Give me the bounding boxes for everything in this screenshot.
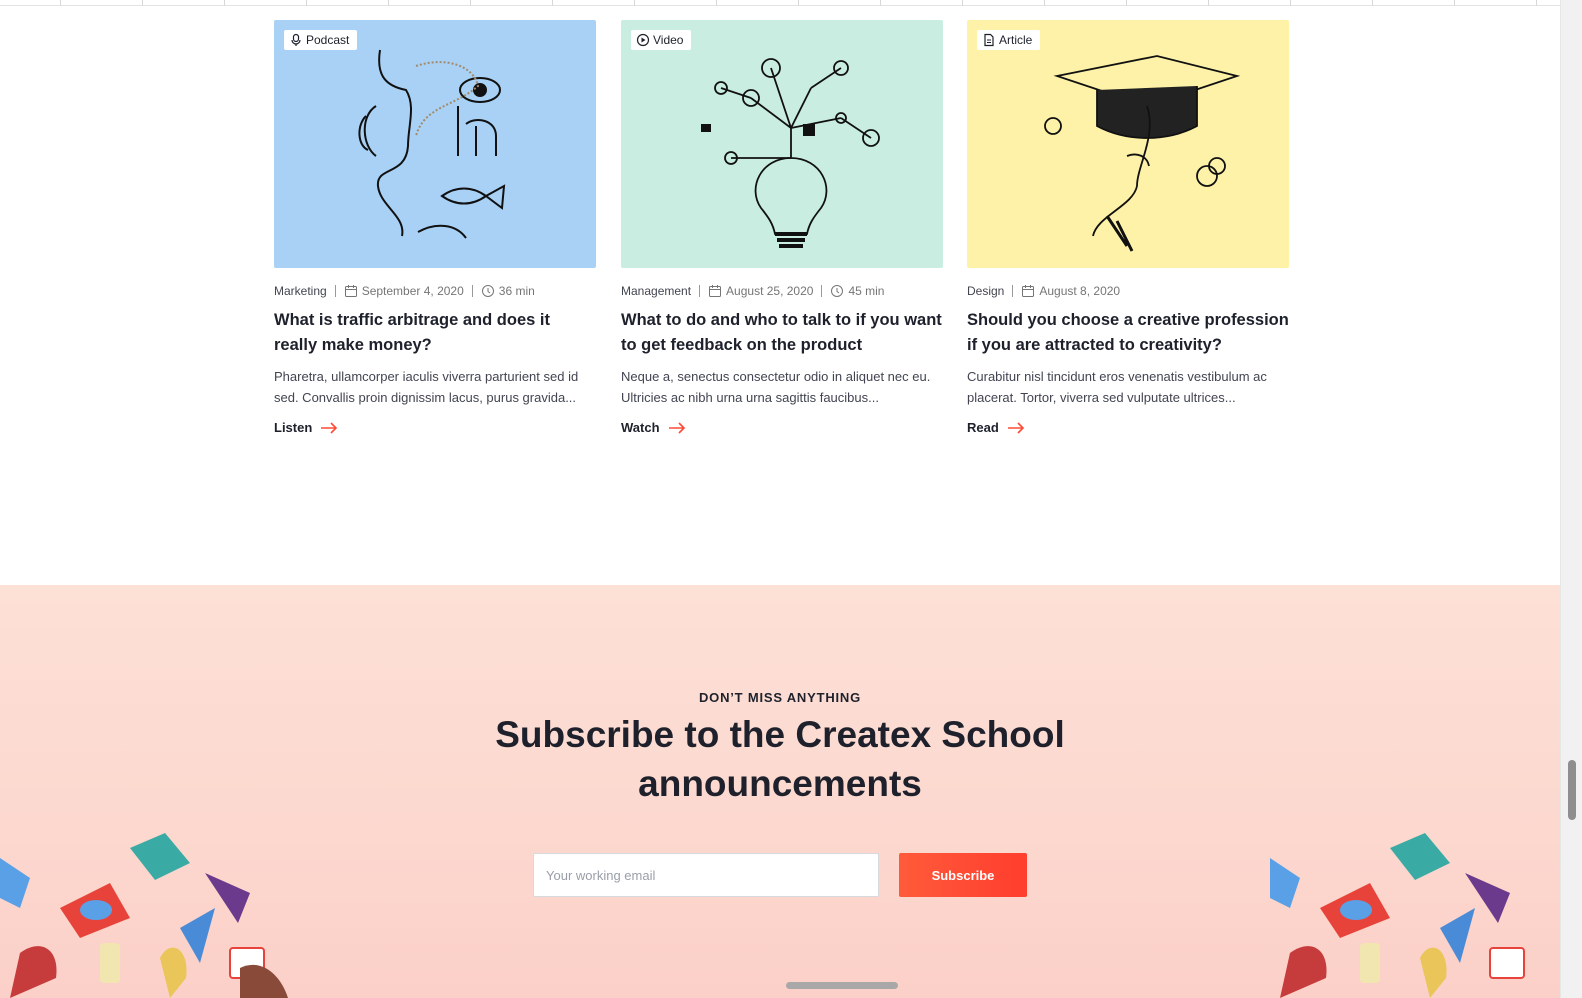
arrow-right-icon[interactable] (668, 421, 686, 435)
play-icon (636, 33, 650, 47)
clock-icon (481, 285, 494, 297)
horizontal-scrollbar-thumb[interactable] (786, 982, 898, 989)
card-duration: 45 min (848, 284, 885, 298)
card-title[interactable]: Should you choose a creative profession … (967, 308, 1289, 358)
scrollbar-thumb[interactable] (1568, 760, 1576, 820)
graduation-caps-illustration (1270, 833, 1525, 998)
vertical-scrollbar[interactable] (1560, 0, 1582, 998)
subscribe-heading: Subscribe to the Createx School announce… (495, 714, 1065, 804)
card-category: Management (621, 284, 692, 298)
graduation-illustration (1044, 55, 1241, 252)
microphone-icon (291, 33, 301, 46)
listen-link[interactable]: Listen (274, 420, 596, 435)
lightbulb-illustration (701, 58, 880, 248)
card-video[interactable]: Video Management August 25, 2020 45 min (621, 20, 943, 435)
badge-label: Article (999, 33, 1033, 47)
card-meta: Design August 8, 2020 (967, 282, 1289, 300)
subscribe-section: DON’T MISS ANYTHING Subscribe to the Cre… (0, 585, 1560, 998)
card-title[interactable]: What to do and who to talk to if you wan… (621, 308, 943, 358)
face-illustration (358, 49, 506, 239)
cta-label[interactable]: Listen (274, 420, 312, 435)
card-thumbnail[interactable]: Article (967, 20, 1289, 268)
calendar-icon (709, 285, 722, 297)
type-badge: Video (631, 30, 692, 50)
card-date: September 4, 2020 (361, 284, 464, 298)
email-input[interactable] (533, 853, 879, 897)
card-meta: Management August 25, 2020 45 min (621, 282, 943, 300)
subscribe-eyebrow: DON’T MISS ANYTHING (698, 690, 862, 705)
card-category: Design (967, 284, 1005, 298)
card-article[interactable]: Article Design August 8, 2020 Should you… (967, 20, 1289, 435)
content-cards: Podcast Marketing September 4, 2020 36 m… (274, 20, 1289, 470)
card-excerpt: Pharetra, ullamcorper iaculis viverra pa… (274, 369, 579, 405)
arrow-right-icon[interactable] (1007, 421, 1025, 435)
calendar-icon (1022, 285, 1035, 297)
card-thumbnail[interactable]: Podcast (274, 20, 596, 268)
graduation-caps-illustration (0, 833, 288, 998)
card-duration: 36 min (498, 284, 535, 298)
arrow-right-icon[interactable] (320, 421, 338, 435)
cta-label[interactable]: Watch (621, 420, 660, 435)
card-thumbnail[interactable]: Video (621, 20, 943, 268)
calendar-icon (344, 285, 357, 297)
file-icon (984, 33, 994, 47)
card-meta: Marketing September 4, 2020 36 min (274, 282, 596, 300)
read-link[interactable]: Read (967, 420, 1289, 435)
subscribe-form: Subscribe (533, 853, 1028, 897)
cta-label[interactable]: Read (967, 420, 999, 435)
subscribe-button[interactable]: Subscribe (899, 853, 1027, 897)
card-title[interactable]: What is traffic arbitrage and does it re… (274, 308, 596, 358)
type-badge: Article (977, 30, 1041, 50)
watch-link[interactable]: Watch (621, 420, 943, 435)
card-date: August 25, 2020 (726, 284, 814, 298)
badge-label: Podcast (306, 33, 350, 47)
top-divider (0, 0, 1560, 6)
card-excerpt: Curabitur nisl tincidunt eros venenatis … (967, 369, 1267, 405)
badge-label: Video (653, 33, 684, 47)
card-category: Marketing (274, 284, 327, 298)
card-excerpt: Neque a, senectus consectetur odio in al… (621, 369, 931, 405)
card-date: August 8, 2020 (1039, 284, 1121, 298)
card-podcast[interactable]: Podcast Marketing September 4, 2020 36 m… (274, 20, 596, 435)
clock-icon (831, 285, 844, 297)
